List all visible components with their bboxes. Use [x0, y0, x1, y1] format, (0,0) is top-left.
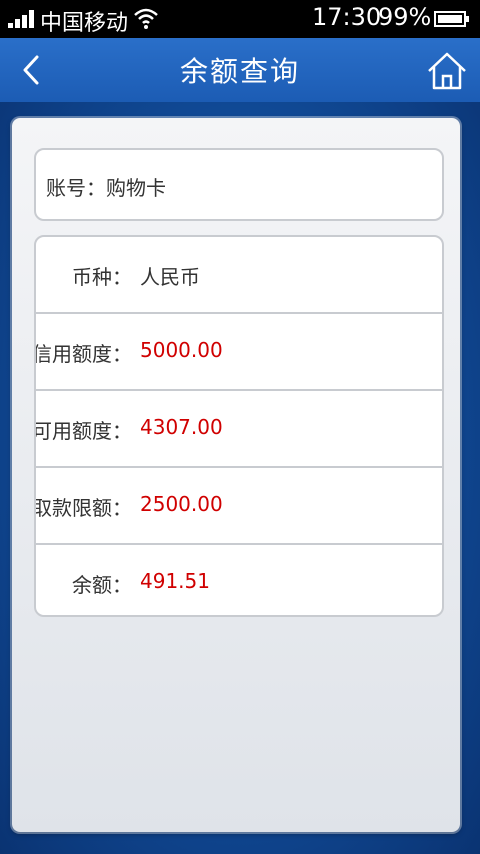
balance-row: 余额： 491.51: [36, 545, 442, 615]
withdrawal-limit-value: 2500.00: [140, 492, 223, 516]
currency-row: 币种： 人民币: [36, 237, 442, 314]
home-button[interactable]: [424, 48, 470, 94]
carrier-name: 中国移动: [40, 11, 129, 36]
available-credit-label: 可用额度：: [34, 419, 132, 443]
account-label: 账号：: [46, 176, 106, 200]
home-icon: [428, 52, 466, 90]
battery-icon: [434, 11, 469, 27]
withdrawal-limit-row: 取款限额： 2500.00: [36, 468, 442, 545]
balance-label: 余额：: [72, 573, 132, 597]
status-bar: 中国移动 17:30 99%: [0, 0, 480, 38]
account-row: 账号：购物卡: [46, 172, 166, 201]
content-panel: 账号：购物卡 币种： 人民币 信用额度： 5000.00 可用额度： 4307.…: [12, 118, 460, 832]
battery-percent: 99%: [378, 3, 432, 31]
battery-fill: [438, 15, 462, 23]
withdrawal-limit-label: 取款限额：: [34, 496, 132, 520]
currency-value: 人民币: [140, 265, 200, 289]
app-header: 余额查询: [0, 38, 480, 102]
balance-value: 491.51: [140, 569, 210, 593]
credit-limit-value: 5000.00: [140, 338, 223, 362]
clock: 17:30: [312, 3, 382, 31]
credit-limit-label: 信用额度：: [34, 342, 132, 366]
currency-label: 币种：: [72, 265, 132, 289]
credit-limit-row: 信用额度： 5000.00: [36, 314, 442, 391]
available-credit-value: 4307.00: [140, 415, 223, 439]
balance-details-card: 币种： 人民币 信用额度： 5000.00 可用额度： 4307.00 取款限额…: [34, 235, 444, 617]
account-card: 账号：购物卡: [34, 148, 444, 221]
available-credit-row: 可用额度： 4307.00: [36, 391, 442, 468]
signal-icon: [8, 10, 34, 28]
page-title: 余额查询: [179, 55, 300, 88]
account-value: 购物卡: [106, 176, 166, 200]
wifi-icon: [134, 8, 158, 29]
